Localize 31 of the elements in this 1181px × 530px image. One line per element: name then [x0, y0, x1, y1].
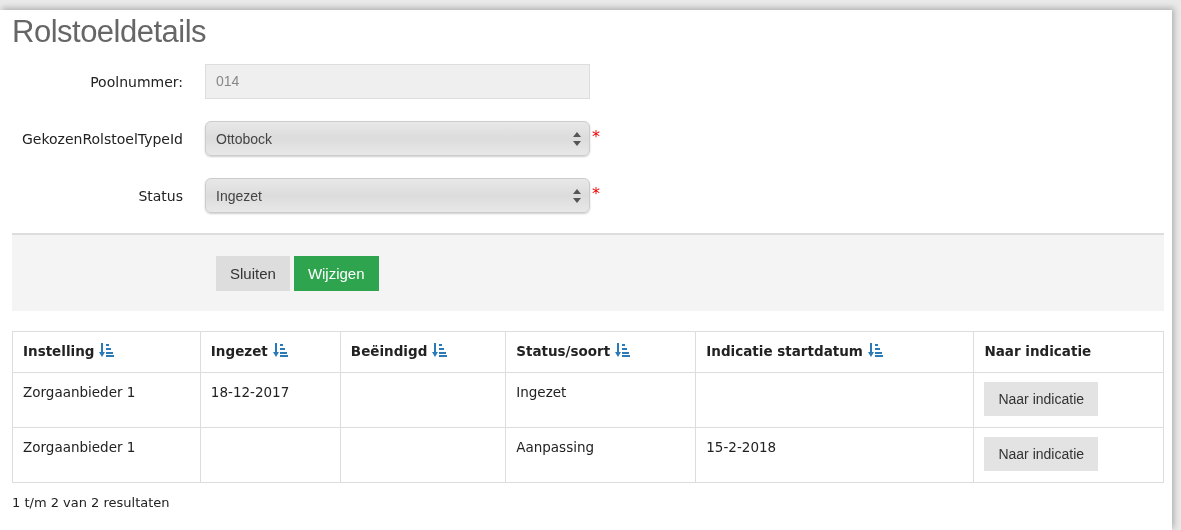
sort-icon[interactable]: [272, 343, 288, 357]
field-label: Poolnummer:: [89, 73, 184, 90]
table-cell: 15-2-2018: [695, 427, 974, 483]
table-cell: Aanpassing: [505, 427, 696, 483]
select-field[interactable]: Ottobock: [205, 121, 590, 156]
select-arrows-icon: [573, 131, 581, 146]
column-header[interactable]: Status/soort: [505, 331, 696, 373]
sort-icon[interactable]: [99, 343, 115, 357]
table-cell: Ingezet: [505, 372, 696, 428]
table-cell: 18-12-2017: [200, 372, 341, 428]
result-count: 1 t/m 2 van 2 resultaten: [12, 495, 171, 510]
sort-icon[interactable]: [432, 343, 448, 357]
select-field[interactable]: Ingezet: [205, 178, 590, 213]
table-cell: Zorgaanbieder 1: [12, 427, 201, 483]
column-header: Naar indicatie: [973, 331, 1164, 373]
indication-button[interactable]: Naar indicatie: [984, 437, 1099, 471]
required-asterisk: *: [592, 127, 600, 146]
sort-icon[interactable]: [867, 343, 883, 357]
page-title: Rolstoeldetails: [12, 13, 208, 51]
column-header[interactable]: Ingezet: [200, 331, 341, 373]
column-header[interactable]: Indicatie startdatum: [695, 331, 974, 373]
select-arrows-icon: [573, 188, 581, 203]
column-header[interactable]: Beëindigd: [340, 331, 506, 373]
indication-button[interactable]: Naar indicatie: [984, 382, 1099, 416]
column-header[interactable]: Instelling: [12, 331, 201, 373]
close-button[interactable]: Sluiten: [216, 255, 290, 291]
field-label: Status: [137, 187, 184, 204]
table-cell: Zorgaanbieder 1: [12, 372, 201, 428]
field-label: GekozenRolstoelTypeId: [20, 130, 184, 147]
sort-icon[interactable]: [615, 343, 631, 357]
required-asterisk: *: [592, 184, 600, 203]
